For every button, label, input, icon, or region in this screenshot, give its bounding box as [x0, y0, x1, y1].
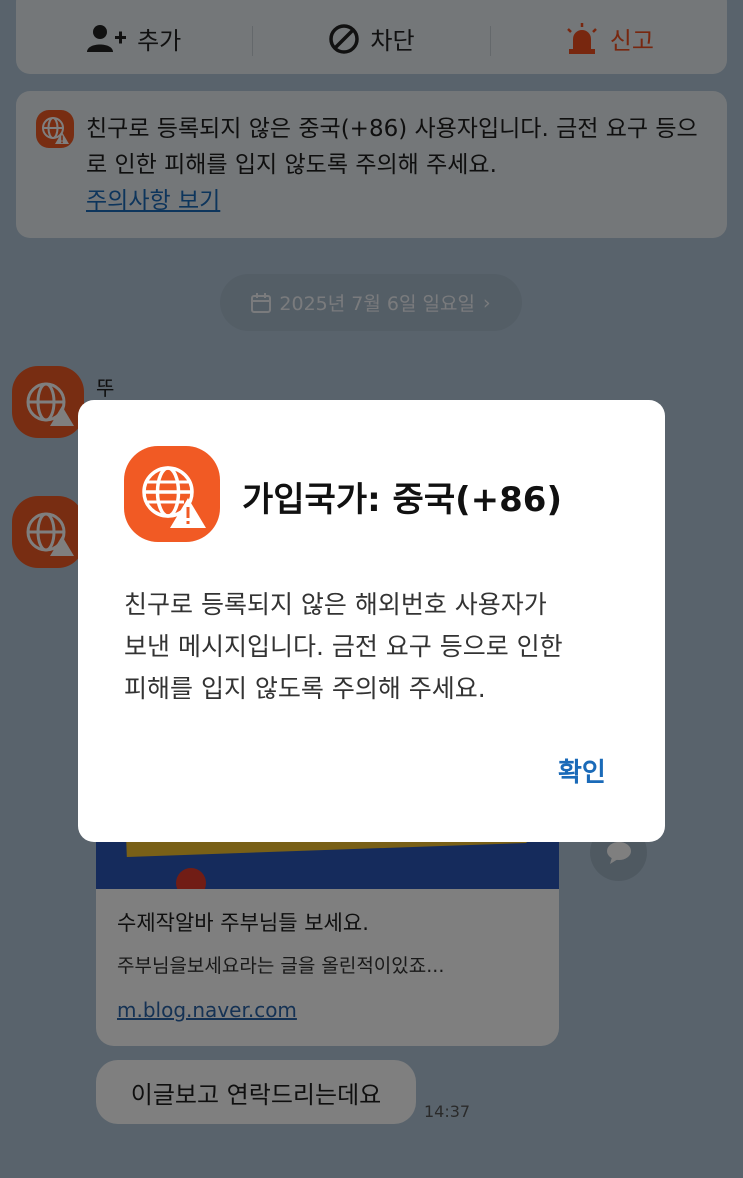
dialog-body-line: 보낸 메시지입니다. 금전 요구 등으로 인한	[124, 632, 563, 661]
dialog-title: 가입국가: 중국(+86)	[242, 480, 562, 520]
dialog-body-line: 친구로 등록되지 않은 해외번호 사용자가	[124, 590, 547, 619]
country-warning-dialog: 가입국가: 중국(+86) 친구로 등록되지 않은 해외번호 사용자가 보낸 메…	[78, 400, 665, 842]
confirm-button[interactable]: 확인	[558, 752, 606, 789]
dialog-body: 친구로 등록되지 않은 해외번호 사용자가 보낸 메시지입니다. 금전 요구 등…	[124, 584, 624, 710]
dialog-body-line: 피해를 입지 않도록 주의해 주세요.	[124, 674, 486, 703]
globe-warning-icon	[124, 446, 220, 542]
